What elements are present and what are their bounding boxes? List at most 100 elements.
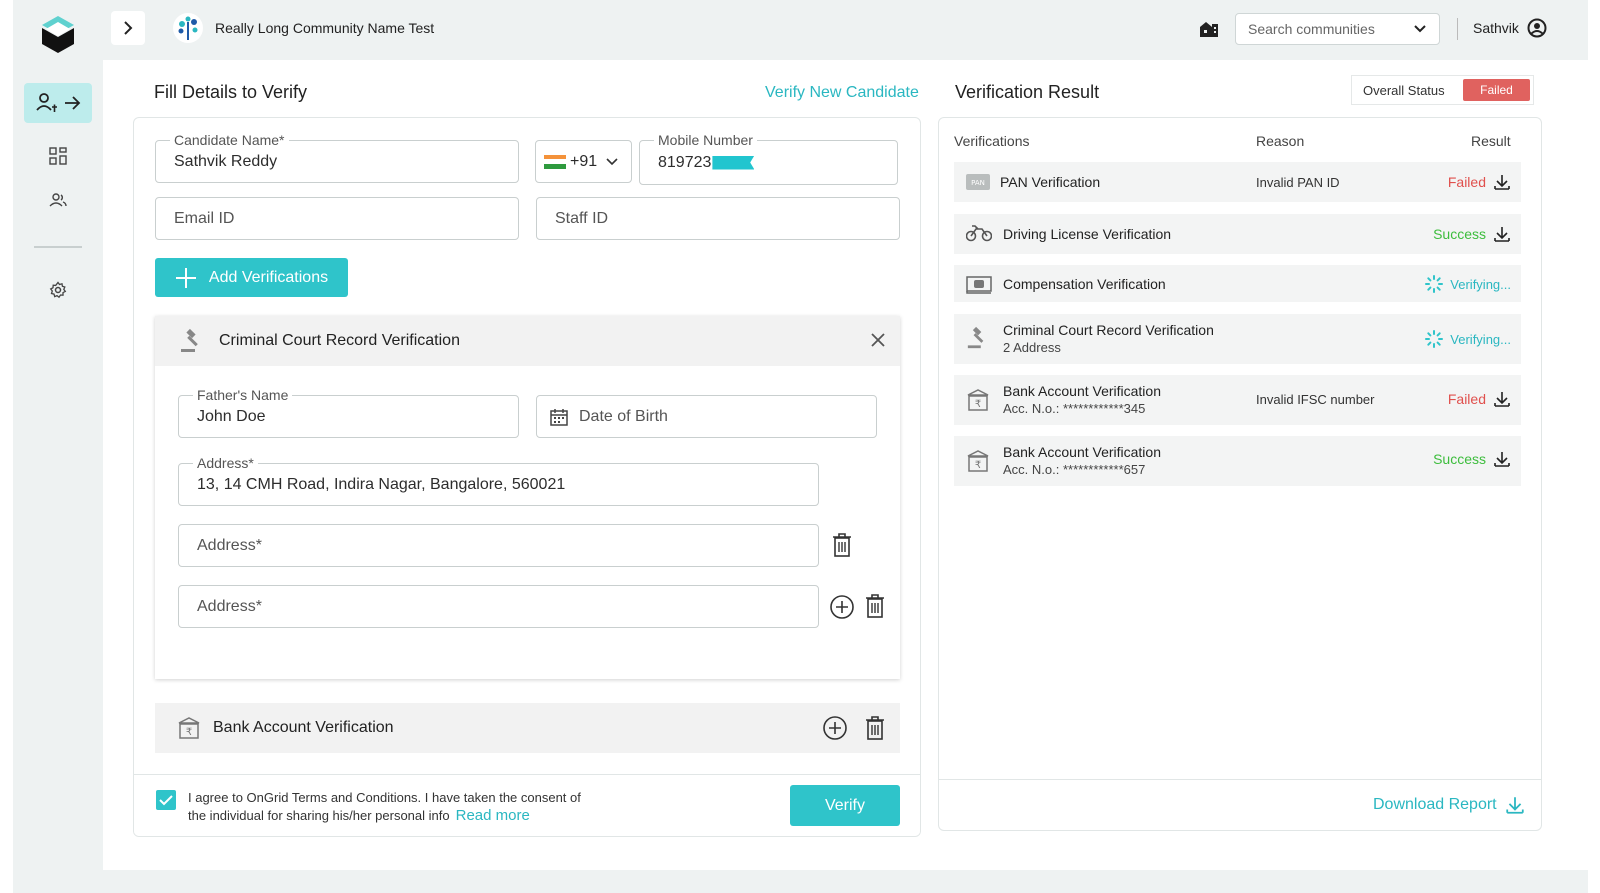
sidebar-item-verify[interactable]: [24, 83, 92, 123]
svg-text:₹: ₹: [975, 399, 981, 410]
address-field-2[interactable]: Address*: [178, 524, 819, 567]
verification-results-card: Verifications Reason Result PAN PAN Veri…: [938, 117, 1542, 831]
download-icon: [1505, 797, 1524, 814]
plus-circle-icon[interactable]: [822, 715, 848, 741]
country-code-value: +91: [570, 152, 598, 170]
community-search-input[interactable]: [1248, 21, 1408, 37]
candidate-name-field[interactable]: Candidate Name* Sathvik Reddy: [155, 132, 519, 183]
close-icon[interactable]: [868, 330, 888, 350]
verification-form: Candidate Name* Sathvik Reddy +91 Mobile…: [133, 117, 921, 837]
status-text: Failed: [1447, 391, 1486, 407]
result-status: Failed: [1448, 173, 1511, 191]
download-icon[interactable]: [1493, 173, 1511, 191]
user-verify-arrow-icon: [36, 93, 81, 112]
result-sub: 2 Address: [1003, 340, 1061, 355]
svg-text:₹: ₹: [975, 460, 981, 471]
gavel-icon: [181, 328, 198, 352]
user-menu[interactable]: Sathvik: [1473, 18, 1547, 38]
result-name: Compensation Verification: [1003, 276, 1166, 292]
delete-address-2-button[interactable]: [829, 530, 855, 560]
sidebar-divider: [34, 246, 82, 248]
candidate-name-label: Candidate Name*: [170, 132, 289, 148]
sidebar-item-users[interactable]: [24, 180, 92, 220]
india-flag-icon: [544, 154, 566, 169]
community-switcher[interactable]: Really Long Community Name Test: [173, 11, 434, 45]
verify-button[interactable]: Verify: [790, 785, 900, 826]
bank-account-section: ₹ Bank Account Verification: [155, 703, 900, 783]
app-logo-icon[interactable]: [40, 14, 76, 54]
gavel-icon: [966, 326, 990, 350]
staff-id-field[interactable]: Staff ID: [536, 197, 900, 240]
address-1-label: Address*: [193, 455, 258, 471]
gear-icon: [49, 281, 67, 299]
results-title: Verification Result: [955, 82, 1100, 102]
result-row-bank-account-2: ₹ Bank Account Verification Acc. N.o.: *…: [954, 436, 1521, 486]
father-name-field[interactable]: Father's Name John Doe: [178, 387, 519, 438]
add-verifications-button[interactable]: Add Verifications: [155, 258, 348, 297]
delete-address-3-button[interactable]: [862, 591, 888, 621]
mobile-number-field[interactable]: Mobile Number 819723: [639, 132, 898, 185]
add-address-button[interactable]: [828, 593, 856, 621]
spinner-icon: [1425, 330, 1444, 348]
father-name-label: Father's Name: [193, 387, 293, 403]
verify-new-candidate-link[interactable]: Verify New Candidate: [765, 84, 919, 102]
criminal-record-section: Criminal Court Record Verification Fathe…: [155, 316, 900, 679]
result-name: Bank Account Verification: [1003, 444, 1161, 460]
redaction-mark: [712, 155, 755, 170]
status-text: Success: [1433, 226, 1486, 242]
criminal-record-title: Criminal Court Record Verification: [219, 332, 460, 349]
address-field-3[interactable]: Address*: [178, 585, 819, 628]
download-report-button[interactable]: Download Report: [1373, 795, 1525, 815]
sidebar-item-settings[interactable]: [24, 270, 92, 310]
result-name: Criminal Court Record Verification: [1003, 322, 1214, 338]
chevron-down-icon: [606, 157, 618, 165]
pan-card-icon: PAN: [966, 174, 990, 190]
read-more-link[interactable]: Read more: [456, 807, 530, 824]
plus-icon: [175, 267, 196, 288]
chevron-right-icon: [124, 21, 133, 35]
mobile-number-value: 819723: [658, 153, 712, 171]
bike-icon: [966, 224, 992, 242]
expand-sidebar-button[interactable]: [111, 11, 145, 45]
app-frame: Really Long Community Name Test Sathvik: [13, 0, 1588, 893]
result-row-driving-license: Driving License Verification Success: [954, 214, 1521, 254]
trash-icon: [833, 533, 851, 557]
sidebar-item-dashboard[interactable]: [24, 136, 92, 176]
bank-icon: ₹: [966, 388, 990, 412]
download-icon[interactable]: [1493, 390, 1511, 408]
address-field-1[interactable]: Address* 13, 14 CMH Road, Indira Nagar, …: [178, 455, 819, 506]
consent-checkbox[interactable]: [156, 790, 176, 810]
result-reason: Invalid PAN ID: [1256, 175, 1340, 190]
email-field[interactable]: Email ID: [155, 197, 519, 240]
building-icon[interactable]: [1199, 20, 1219, 38]
download-icon[interactable]: [1493, 450, 1511, 468]
topbar-divider: [1457, 18, 1458, 40]
trash-icon[interactable]: [864, 715, 886, 741]
criminal-record-header: Criminal Court Record Verification: [155, 316, 900, 366]
result-row-pan: PAN PAN Verification Invalid PAN ID Fail…: [954, 162, 1521, 202]
result-name: Bank Account Verification: [1003, 383, 1161, 399]
bank-icon: ₹: [966, 449, 990, 473]
status-text: Success: [1433, 451, 1486, 467]
column-header-result: Result: [1471, 133, 1511, 149]
column-header-reason: Reason: [1256, 133, 1305, 149]
sidebar: [13, 60, 103, 893]
form-title: Fill Details to Verify: [154, 82, 308, 102]
result-row-criminal-record: Criminal Court Record Verification 2 Add…: [954, 314, 1521, 364]
add-verifications-label: Add Verifications: [208, 268, 329, 286]
result-status: Failed: [1448, 390, 1511, 408]
mobile-number-label: Mobile Number: [654, 132, 757, 148]
date-of-birth-field[interactable]: Date of Birth: [536, 395, 877, 438]
status-text: Verifying...: [1450, 331, 1511, 347]
download-report-label: Download Report: [1373, 796, 1497, 813]
result-status: Verifying...: [1425, 275, 1511, 293]
community-search-select[interactable]: [1235, 13, 1440, 45]
country-code-select[interactable]: +91: [535, 140, 632, 183]
result-name: Driving License Verification: [1003, 226, 1172, 242]
candidate-name-value: Sathvik Reddy: [174, 152, 278, 170]
users-icon: [49, 193, 67, 207]
chevron-down-icon[interactable]: [1413, 24, 1427, 34]
download-icon[interactable]: [1493, 225, 1511, 243]
user-avatar-icon: [1527, 18, 1547, 38]
address-2-placeholder: Address*: [197, 536, 262, 554]
